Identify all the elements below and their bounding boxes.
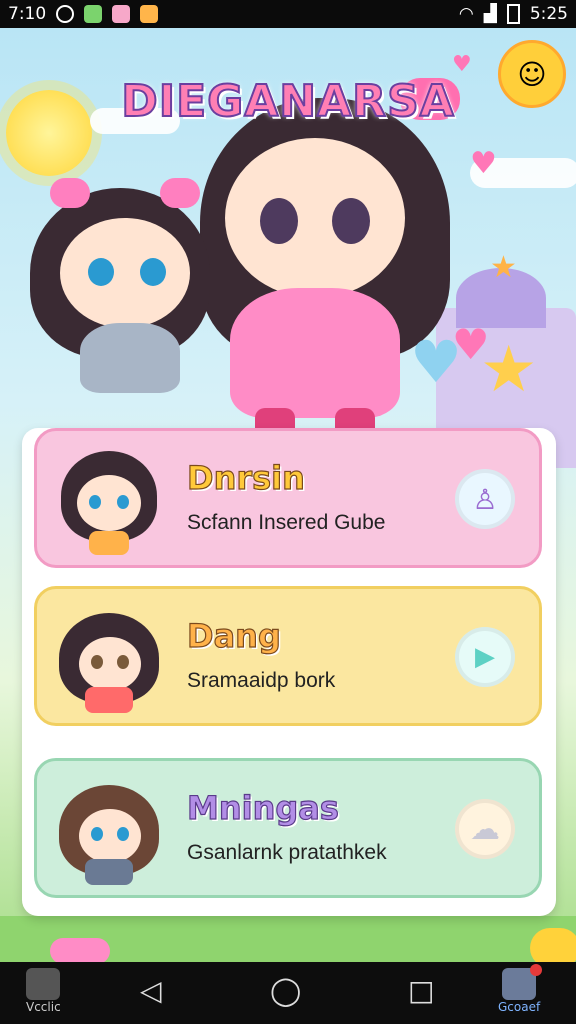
mode-action-button[interactable]: ♙ — [455, 469, 515, 529]
app-notification-icon — [84, 5, 103, 23]
cat-icon — [502, 964, 543, 1000]
mode-list-panel: Dnrsin Scfann Insered Gube ♙ Dang Sramaa… — [22, 428, 556, 916]
mode-subtitle: Sramaaidp bork — [187, 669, 336, 692]
back-button[interactable]: ◁ — [140, 974, 162, 1007]
game-notification-icon — [112, 5, 131, 23]
signal-icon: ▟ — [483, 4, 497, 24]
play-icon: ▶ — [475, 642, 495, 672]
smiley-icon: ☺ — [517, 57, 547, 91]
mode-title: Dnrsin — [186, 458, 305, 497]
heart-icon: ♥ — [470, 146, 497, 181]
flower-illustration — [530, 928, 576, 962]
nav-left-app[interactable]: Vcclic — [26, 968, 61, 1014]
mode-title: Mningas — [186, 788, 339, 827]
mode-subtitle: Scfann Insered Gube — [187, 511, 386, 534]
nav-right-label: Gcoaef — [498, 1000, 541, 1014]
star-icon: ★ — [490, 250, 517, 285]
mode-subtitle: Gsanlarnk pratathkek — [187, 841, 387, 864]
character-avatar — [55, 445, 163, 557]
home-button[interactable]: ◯ — [270, 974, 301, 1007]
mode-action-button[interactable]: ▶ — [455, 627, 515, 687]
cat-icon — [26, 968, 61, 1000]
mode-card-1[interactable]: Dnrsin Scfann Insered Gube ♙ — [34, 428, 542, 568]
status-time-right: 5:25 — [529, 4, 568, 24]
battery-icon — [506, 4, 520, 24]
mode-action-button[interactable]: ☁ — [455, 799, 515, 859]
puzzle-notification-icon — [140, 5, 159, 23]
mode-card-2[interactable]: Dang Sramaaidp bork ▶ — [34, 586, 542, 726]
star-icon: ★ — [480, 333, 538, 407]
nav-right-app[interactable]: Gcoaef — [498, 964, 543, 1014]
app-title: DIEGANARSA — [120, 75, 455, 128]
mode-title: Dang — [186, 616, 281, 655]
flower-illustration — [50, 938, 110, 962]
heart-icon: ♥ — [452, 52, 472, 77]
sun-mascot-button[interactable]: ☺ — [498, 40, 566, 108]
recents-button[interactable]: □ — [408, 974, 434, 1007]
nav-left-label: Vcclic — [26, 1000, 61, 1014]
notification-badge — [530, 964, 543, 976]
sync-icon — [56, 5, 75, 23]
mode-card-3[interactable]: Mningas Gsanlarnk pratathkek ☁ — [34, 758, 542, 898]
navigation-bar: Vcclic ◁ ◯ □ Gcoaef — [0, 962, 576, 1024]
wifi-icon: ◠ — [458, 4, 474, 24]
character-avatar — [55, 775, 163, 887]
cloud-icon: ☁ — [470, 811, 500, 847]
status-bar: 7:10 ◠ ▟ 5:25 — [0, 0, 576, 28]
status-time-left: 7:10 — [8, 4, 47, 24]
character-avatar — [55, 603, 163, 715]
small-character-illustration — [30, 178, 220, 408]
bell-icon: ♙ — [472, 482, 498, 516]
